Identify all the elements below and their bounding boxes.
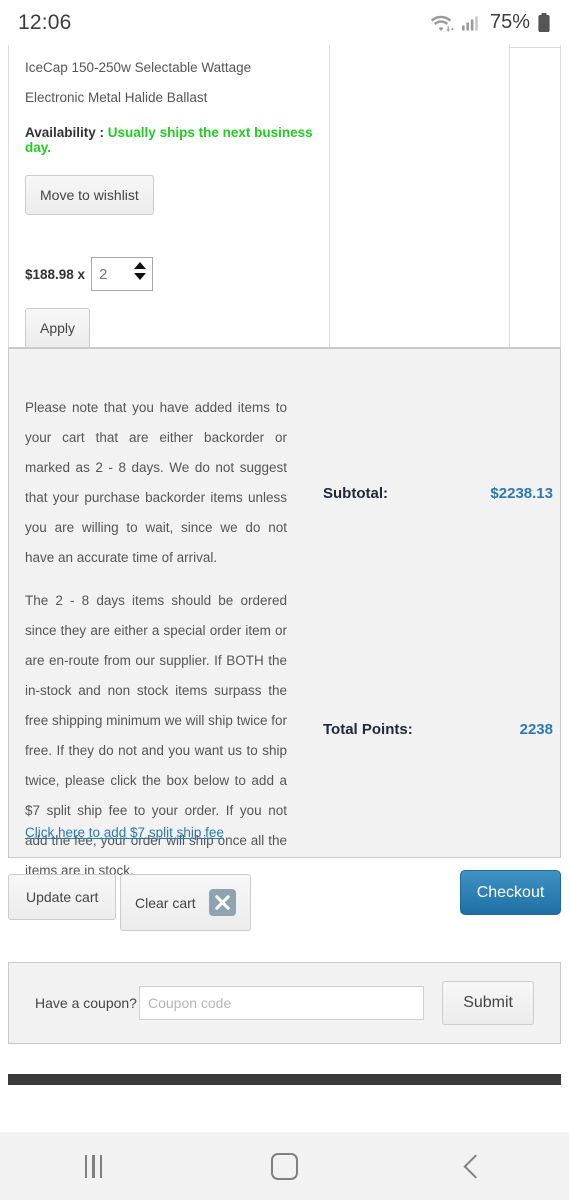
cart-item-cell: IceCap 150-250w Selectable Wattage Elect… bbox=[9, 45, 329, 348]
recents-icon[interactable] bbox=[84, 1154, 103, 1178]
split-ship-fee-link[interactable]: Click here to add $7 split ship fee bbox=[25, 825, 224, 840]
signal-icon bbox=[461, 16, 478, 30]
footer-strip bbox=[8, 1074, 561, 1085]
checkout-button[interactable]: Checkout bbox=[460, 870, 561, 915]
cart-actions: Update cart Clear cart Checkout bbox=[8, 858, 561, 940]
quantity-stepper[interactable]: 2 bbox=[91, 257, 154, 291]
page-content: IceCap 150-250w Selectable Wattage Elect… bbox=[0, 45, 569, 1085]
backorder-notice: Please note that you have added items to… bbox=[25, 393, 287, 899]
coupon-label: Have a coupon? bbox=[35, 995, 137, 1011]
battery-percent-label: 75% bbox=[489, 11, 530, 33]
home-icon[interactable] bbox=[271, 1152, 299, 1180]
update-cart-button[interactable]: Update cart bbox=[8, 874, 117, 920]
wishlist-button-wrap: Move to wishlist bbox=[25, 175, 313, 215]
battery-icon bbox=[538, 12, 550, 32]
cart-summary-panel: Please note that you have added items to… bbox=[8, 348, 561, 878]
notice-paragraph-2: The 2 - 8 days items should be ordered s… bbox=[25, 593, 287, 878]
clear-cart-button[interactable]: Clear cart bbox=[120, 874, 251, 931]
coupon-input[interactable] bbox=[138, 986, 425, 1020]
total-points-row: Total Points: 2238 bbox=[323, 721, 553, 738]
table-column-divider bbox=[329, 45, 330, 347]
quantity-value[interactable]: 2 bbox=[99, 266, 107, 283]
apply-button-wrap: Apply bbox=[25, 308, 313, 348]
stepper-up-icon[interactable] bbox=[134, 262, 147, 269]
cart-item-table: IceCap 150-250w Selectable Wattage Elect… bbox=[8, 45, 561, 348]
price-quantity-row: $188.98 x 2 bbox=[25, 257, 313, 291]
subtotal-label: Subtotal: bbox=[323, 485, 388, 502]
move-to-wishlist-button[interactable]: Move to wishlist bbox=[25, 175, 154, 215]
availability-label: Availability : bbox=[25, 125, 105, 140]
android-nav-bar bbox=[0, 1132, 569, 1200]
status-icons: 75% bbox=[429, 11, 551, 34]
table-cell-border bbox=[509, 47, 561, 48]
total-points-value: 2238 bbox=[519, 721, 553, 738]
product-title: IceCap 150-250w Selectable Wattage Elect… bbox=[25, 60, 252, 105]
subtotal-row: Subtotal: $2238.13 bbox=[323, 485, 553, 502]
coupon-submit-button[interactable]: Submit bbox=[442, 981, 534, 1025]
close-icon[interactable] bbox=[208, 889, 236, 916]
status-bar: 12:06 75% bbox=[0, 0, 569, 45]
stepper-down-icon[interactable] bbox=[134, 273, 147, 280]
coupon-panel: Have a coupon? Submit bbox=[8, 962, 561, 1044]
back-icon[interactable] bbox=[463, 1153, 488, 1179]
clear-cart-label: Clear cart bbox=[135, 894, 196, 911]
notice-paragraph-1: Please note that you have added items to… bbox=[25, 400, 287, 565]
table-column-divider bbox=[509, 45, 510, 347]
status-time: 12:06 bbox=[18, 10, 72, 34]
apply-button[interactable]: Apply bbox=[25, 308, 91, 348]
total-points-label: Total Points: bbox=[323, 721, 413, 738]
subtotal-value: $2238.13 bbox=[490, 485, 553, 502]
quantity-spinner[interactable] bbox=[134, 262, 147, 280]
wifi-icon bbox=[430, 15, 454, 32]
item-price: $188.98 x bbox=[25, 266, 86, 282]
availability-row: Availability : Usually ships the next bu… bbox=[25, 125, 313, 155]
